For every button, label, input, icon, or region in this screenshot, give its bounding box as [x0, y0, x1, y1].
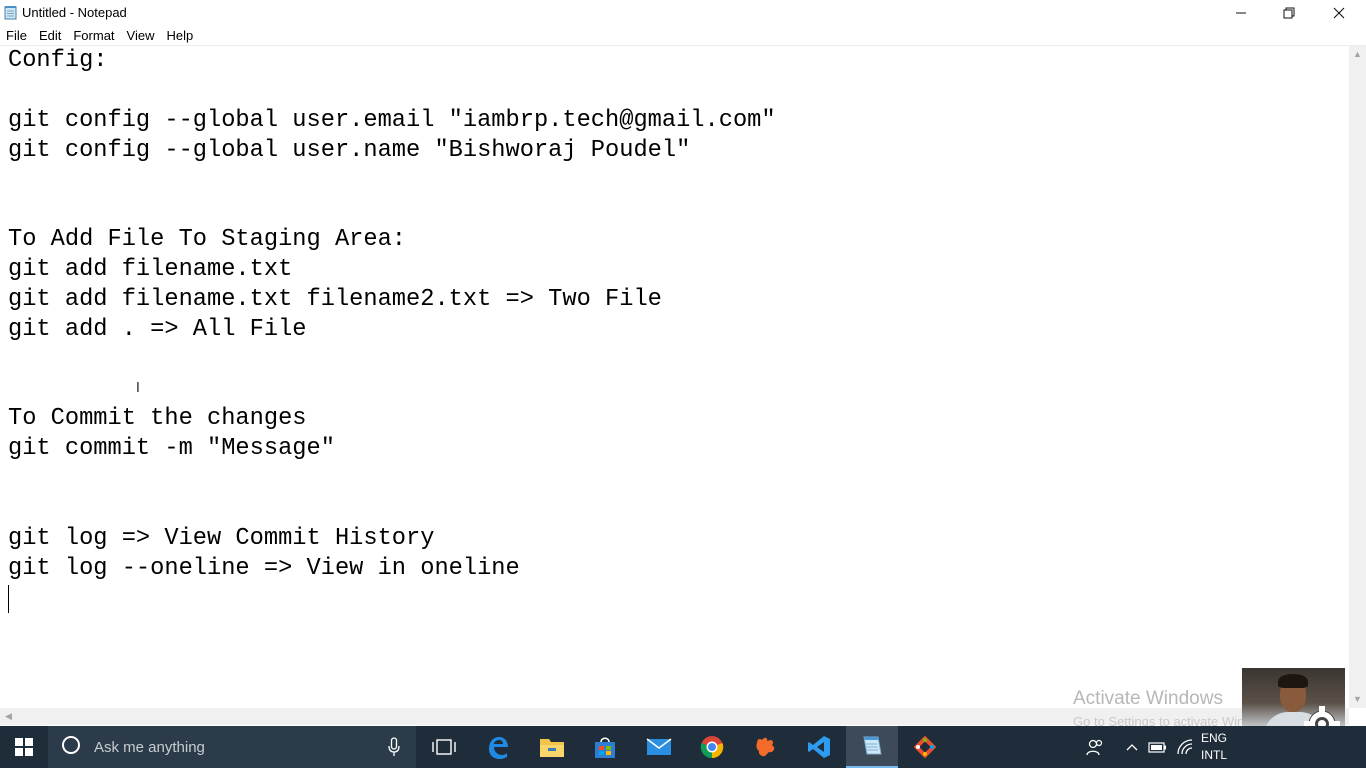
- vertical-scrollbar[interactable]: ▲ ▼: [1349, 46, 1366, 708]
- editor-line: To Commit the changes: [8, 405, 307, 432]
- sublime-text-icon: [756, 737, 775, 757]
- windows-logo-icon: [15, 738, 33, 756]
- notepad-icon: [863, 736, 882, 755]
- scroll-down-icon[interactable]: ▼: [1349, 691, 1366, 708]
- close-button[interactable]: [1316, 0, 1362, 26]
- taskbar: Ask me anything ENG INTL: [0, 726, 1366, 768]
- cortana-icon: [62, 736, 80, 754]
- close-icon: [1333, 7, 1345, 19]
- editor-line: To Add File To Staging Area:: [8, 226, 407, 253]
- menu-format[interactable]: Format: [67, 26, 120, 45]
- taskbar-store[interactable]: [579, 726, 631, 768]
- editor-line: git add filename.txt: [8, 256, 293, 283]
- chevron-up-icon: [1126, 744, 1138, 751]
- language-primary: ENG: [1201, 731, 1228, 745]
- chrome-icon: [700, 736, 724, 759]
- editor-line: Config:: [8, 47, 108, 74]
- scroll-up-icon[interactable]: ▲: [1349, 46, 1366, 63]
- search-placeholder: Ask me anything: [94, 739, 205, 756]
- start-button[interactable]: [0, 726, 48, 768]
- menu-help[interactable]: Help: [160, 26, 199, 45]
- menu-file[interactable]: File: [0, 26, 33, 45]
- menu-view[interactable]: View: [121, 26, 161, 45]
- people-button[interactable]: [1084, 726, 1106, 768]
- store-icon: [595, 737, 615, 758]
- taskbar-sublime[interactable]: [739, 726, 791, 768]
- language-secondary: INTL: [1201, 748, 1228, 762]
- taskbar-git[interactable]: [899, 726, 951, 768]
- taskbar-mail[interactable]: [633, 726, 685, 768]
- restore-icon: [1283, 7, 1295, 19]
- menu-edit[interactable]: Edit: [33, 26, 67, 45]
- file-explorer-icon: [540, 739, 564, 757]
- minimize-button[interactable]: [1218, 0, 1264, 26]
- mail-icon: [646, 738, 672, 755]
- language-indicator[interactable]: ENG INTL: [1201, 730, 1227, 764]
- show-hidden-icons-button[interactable]: [1124, 726, 1140, 768]
- activate-windows-title: Activate Windows: [1073, 688, 1223, 709]
- battery-button[interactable]: [1148, 726, 1168, 768]
- window-title: Untitled - Notepad: [22, 5, 127, 20]
- editor-line: git config --global user.name "Bishworaj…: [8, 137, 691, 164]
- text-cursor-icon: I: [136, 381, 140, 396]
- editor-line: git log => View Commit History: [8, 525, 435, 552]
- git-icon: [913, 735, 937, 759]
- people-icon: [1086, 739, 1103, 756]
- taskbar-notepad[interactable]: [846, 726, 898, 768]
- title-bar: Untitled - Notepad: [0, 0, 1366, 26]
- microphone-icon[interactable]: [388, 737, 400, 757]
- editor-line: git commit -m "Message": [8, 435, 335, 462]
- battery-icon: [1148, 742, 1166, 753]
- taskbar-vscode[interactable]: [793, 726, 845, 768]
- editor-line: git add . => All File: [8, 316, 307, 343]
- minimize-icon: [1236, 12, 1246, 14]
- text-caret: [8, 585, 9, 613]
- scroll-left-icon[interactable]: ◀: [0, 708, 17, 725]
- task-view-button[interactable]: [418, 726, 470, 768]
- task-view-icon: [432, 739, 456, 755]
- editor-line: git log --oneline => View in oneline: [8, 555, 520, 582]
- menu-bar: File Edit Format View Help: [0, 26, 1366, 45]
- network-button[interactable]: [1175, 726, 1195, 768]
- taskbar-chrome[interactable]: [686, 726, 738, 768]
- taskbar-edge[interactable]: [472, 726, 524, 768]
- restore-button[interactable]: [1266, 0, 1312, 26]
- editor-line: git add filename.txt filename2.txt => Tw…: [8, 286, 662, 313]
- taskbar-file-explorer[interactable]: [526, 726, 578, 768]
- text-editor[interactable]: Config: git config --global user.email "…: [0, 46, 1349, 708]
- edge-icon: [489, 737, 508, 759]
- search-box[interactable]: Ask me anything: [48, 726, 416, 768]
- wifi-icon: [1177, 739, 1193, 755]
- vscode-icon: [808, 736, 830, 758]
- notepad-icon: [4, 6, 17, 20]
- editor-line: git config --global user.email "iambrp.t…: [8, 107, 776, 134]
- webcam-person-hair: [1278, 674, 1308, 688]
